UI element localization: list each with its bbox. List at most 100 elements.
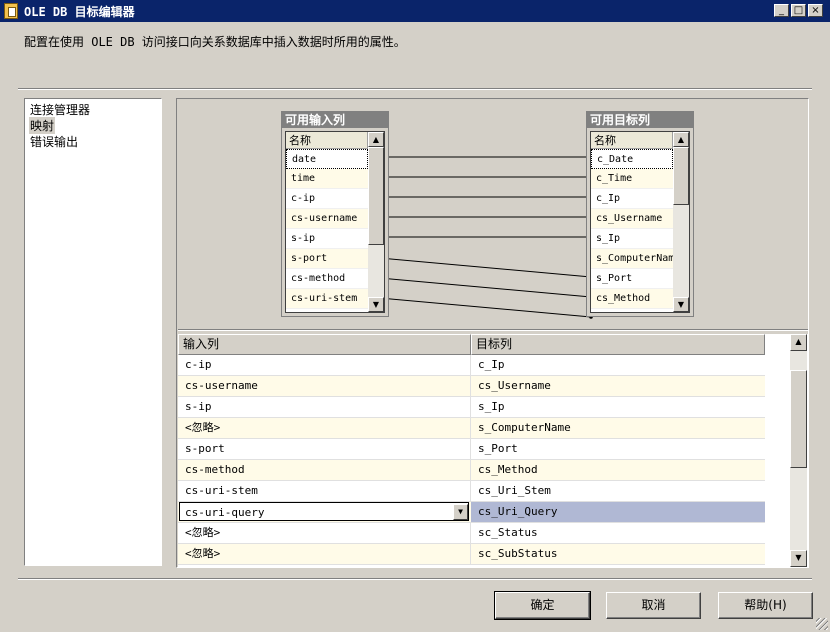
input-column-cell[interactable]: c-ip: [178, 355, 471, 375]
window-title: OLE DB 目标编辑器: [24, 5, 135, 19]
destination-columns-title: 可用目标列: [587, 112, 693, 128]
mapping-row[interactable]: cs-method cs_Method: [178, 460, 765, 481]
target-column-cell[interactable]: cs_Username: [471, 376, 765, 396]
input-column-item[interactable]: s-port: [286, 249, 368, 269]
maximize-button[interactable]: □: [791, 4, 806, 17]
mapping-grid: 输入列 目标列 c-ip c_Ip cs-username cs_Username s-…: [178, 334, 808, 567]
destination-column-item[interactable]: s_Port: [591, 269, 673, 289]
destination-column-item[interactable]: c_Date: [591, 149, 673, 169]
target-column-cell[interactable]: s_ComputerName: [471, 418, 765, 438]
input-column-item[interactable]: cs-username: [286, 209, 368, 229]
available-input-columns: 可用输入列 名称 date time c-ip cs-username s-ip s-po…: [281, 111, 389, 317]
grid-header-input[interactable]: 输入列: [178, 334, 471, 355]
target-column-cell[interactable]: cs_Method: [471, 460, 765, 480]
close-button[interactable]: ×: [808, 4, 823, 17]
mapping-link-line[interactable]: [367, 256, 592, 278]
scroll-down-icon[interactable]: ▼: [673, 297, 689, 312]
top-separator: [18, 88, 812, 90]
target-column-cell[interactable]: s_Ip: [471, 397, 765, 417]
target-column-cell[interactable]: cs_Uri_Stem: [471, 481, 765, 501]
input-column-cell[interactable]: cs-uri-stem: [178, 481, 471, 501]
dialog-description: 配置在使用 OLE DB 访问接口向关系数据库中插入数据时所用的属性。: [24, 35, 406, 49]
scroll-up-icon[interactable]: ▲: [673, 132, 689, 147]
nav-item-mappings[interactable]: 映射: [29, 117, 56, 134]
input-list-scrollbar[interactable]: ▲ ▼: [368, 132, 384, 312]
help-button[interactable]: 帮助(H): [718, 592, 813, 619]
cancel-button[interactable]: 取消: [606, 592, 701, 619]
target-column-cell[interactable]: sc_Status: [471, 523, 765, 543]
resize-grip-icon[interactable]: [816, 618, 828, 630]
destination-column-item[interactable]: cs_Method: [591, 289, 673, 309]
mapping-row[interactable]: c-ip c_Ip: [178, 355, 765, 376]
input-column-cell[interactable]: cs-username: [178, 376, 471, 396]
target-column-cell[interactable]: sc_SubStatus: [471, 544, 765, 564]
nav-item-connection-manager[interactable]: 连接管理器: [29, 101, 91, 118]
input-column-value: cs-uri-stem: [185, 484, 258, 497]
destination-column-item[interactable]: s_Ip: [591, 229, 673, 249]
mapping-link-line[interactable]: [367, 296, 592, 318]
input-column-cell[interactable]: cs-method: [178, 460, 471, 480]
available-destination-columns: 可用目标列 名称 c_Date c_Time c_Ip cs_Username s_Ip…: [586, 111, 694, 317]
input-column-cell[interactable]: <忽略>: [178, 523, 471, 543]
mapping-row[interactable]: s-port s_Port: [178, 439, 765, 460]
mapping-row[interactable]: cs-username cs_Username: [178, 376, 765, 397]
page-nav-list: 连接管理器 映射 错误输出: [24, 98, 162, 566]
input-name-header: 名称: [286, 132, 368, 149]
mapping-link-line[interactable]: [367, 276, 592, 298]
mapping-row[interactable]: cs-uri-stem cs_Uri_Stem: [178, 481, 765, 502]
mapping-row[interactable]: <忽略> s_ComputerName: [178, 418, 765, 439]
input-column-item[interactable]: s-ip: [286, 229, 368, 249]
scroll-down-icon[interactable]: ▼: [790, 550, 807, 567]
input-column-item[interactable]: date: [286, 149, 368, 169]
input-column-cell[interactable]: <忽略>: [178, 544, 471, 564]
destination-column-item[interactable]: cs_Username: [591, 209, 673, 229]
grid-header-target[interactable]: 目标列: [471, 334, 765, 355]
dropdown-arrow-icon[interactable]: ▼: [453, 504, 468, 520]
input-column-value: cs-uri-query: [185, 506, 265, 519]
input-column-value: c-ip: [185, 358, 212, 371]
input-column-value: cs-method: [185, 463, 245, 476]
input-column-cell[interactable]: s-ip: [178, 397, 471, 417]
grid-scrollbar[interactable]: ▲ ▼: [790, 334, 807, 567]
destination-columns-list: 名称 c_Date c_Time c_Ip cs_Username s_Ip s_Comp…: [590, 131, 690, 313]
input-column-combobox[interactable]: cs-uri-query ▼: [179, 502, 469, 521]
app-icon: [4, 3, 18, 19]
mapping-row[interactable]: <忽略> sc_Status: [178, 523, 765, 544]
target-column-cell[interactable]: cs_Uri_Query: [471, 502, 765, 522]
input-column-item[interactable]: c-ip: [286, 189, 368, 209]
ok-button[interactable]: 确定: [494, 591, 591, 620]
input-columns-title: 可用输入列: [282, 112, 388, 128]
target-column-cell[interactable]: c_Ip: [471, 355, 765, 375]
scroll-thumb[interactable]: [673, 147, 689, 205]
input-column-value: <忽略>: [185, 526, 221, 539]
scroll-thumb[interactable]: [790, 370, 807, 468]
mapping-row[interactable]: s-ip s_Ip: [178, 397, 765, 418]
input-column-item[interactable]: cs-uri-stem: [286, 289, 368, 309]
destination-column-item[interactable]: s_ComputerName: [591, 249, 680, 269]
target-column-cell[interactable]: s_Port: [471, 439, 765, 459]
mapping-row[interactable]: <忽略> sc_SubStatus: [178, 544, 765, 565]
destination-column-item[interactable]: c_Time: [591, 169, 673, 189]
destination-list-scrollbar[interactable]: ▲ ▼: [673, 132, 689, 312]
input-column-item[interactable]: cs-method: [286, 269, 368, 289]
minimize-button[interactable]: _: [774, 4, 789, 17]
scroll-down-icon[interactable]: ▼: [368, 297, 384, 312]
input-column-item[interactable]: time: [286, 169, 368, 189]
input-column-value: cs-username: [185, 379, 258, 392]
bottom-separator: [18, 578, 812, 580]
input-column-value: <忽略>: [185, 547, 221, 560]
mapping-row[interactable]: cs-uri-query ▼ cs_Uri_Query: [178, 502, 765, 523]
scroll-up-icon[interactable]: ▲: [368, 132, 384, 147]
scroll-up-icon[interactable]: ▲: [790, 334, 807, 351]
canvas-splitter[interactable]: [178, 329, 808, 331]
input-column-cell[interactable]: <忽略>: [178, 418, 471, 438]
input-columns-list: 名称 date time c-ip cs-username s-ip s-port cs-m…: [285, 131, 385, 313]
destination-name-header: 名称: [591, 132, 673, 149]
input-column-value: s-ip: [185, 400, 212, 413]
mapping-links: [366, 155, 593, 319]
scroll-thumb[interactable]: [368, 147, 384, 245]
destination-column-item[interactable]: c_Ip: [591, 189, 673, 209]
input-column-cell[interactable]: s-port: [178, 439, 471, 459]
nav-item-error-output[interactable]: 错误输出: [29, 133, 79, 150]
title-bar: OLE DB 目标编辑器 _ □ ×: [0, 0, 830, 22]
